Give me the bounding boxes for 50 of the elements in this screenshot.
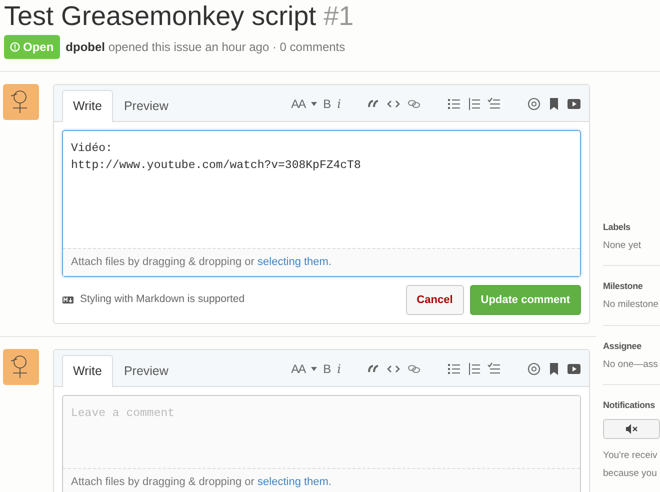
tab[interactable]: Preview <box>112 355 180 387</box>
sidebar-text: No milestone <box>603 298 658 312</box>
mute-button[interactable] <box>603 418 660 439</box>
caret-icon[interactable] <box>311 367 318 371</box>
tab[interactable]: Write <box>62 355 113 387</box>
issue-meta: dpobel opened this issue an hour ago · 0 comments <box>66 39 346 56</box>
issue-open-icon <box>10 42 20 52</box>
tab[interactable]: Preview <box>112 90 180 122</box>
bold-button[interactable]: B <box>323 360 332 378</box>
tab[interactable]: Write <box>62 90 113 122</box>
bulleted-list-icon[interactable] <box>447 362 461 376</box>
sidebar-heading: Milestone <box>603 280 643 294</box>
sidebar-heading: Assignee <box>603 340 642 353</box>
attach-link[interactable]: selecting them. <box>258 256 332 268</box>
sidebar-text: No one—ass <box>603 358 658 372</box>
bookmark-icon[interactable] <box>547 362 561 376</box>
bold-button[interactable]: B <box>323 95 332 113</box>
caret-icon[interactable] <box>311 102 318 106</box>
italic-button[interactable]: i <box>337 95 341 113</box>
heading-button[interactable]: AA <box>291 360 306 378</box>
bookmark-icon[interactable] <box>547 97 561 111</box>
bulleted-list-icon[interactable] <box>447 97 461 111</box>
task-list-icon[interactable] <box>487 97 501 111</box>
markdown-icon <box>62 296 74 304</box>
link-icon[interactable] <box>407 97 421 111</box>
link-icon[interactable] <box>407 362 421 376</box>
task-list-icon[interactable] <box>487 362 501 376</box>
cancel-button[interactable]: Cancel <box>406 284 464 315</box>
heading-button[interactable]: AA <box>291 95 306 113</box>
avatar <box>3 84 39 120</box>
attach-hint: Attach files by dragging & dropping or selecting them. <box>63 248 580 276</box>
numbered-list-icon[interactable] <box>467 362 481 376</box>
sidebar-text: None yet <box>603 239 642 253</box>
numbered-list-icon[interactable] <box>467 97 481 111</box>
video-icon[interactable] <box>567 362 581 376</box>
comment-field[interactable]: Vidéo: http://www.youtube.com/watch?v=308KpFZ4cT8 Attach files by dragging & dropping or selecting them. <box>62 130 581 276</box>
issue-title: Test Greasemonkey script #1 <box>4 0 355 32</box>
italic-button[interactable]: i <box>337 360 341 378</box>
sidebar-heading: Labels <box>603 221 630 234</box>
avatar <box>3 349 39 385</box>
sidebar-text: because you <box>603 467 657 481</box>
status-badge: Open <box>4 35 60 59</box>
markdown-note: Styling with Markdown is supported <box>80 292 245 307</box>
sidebar-heading: Notifications <box>603 398 655 412</box>
update-comment-button[interactable]: Update comment <box>470 284 581 315</box>
muted-speaker-icon[interactable] <box>626 424 638 434</box>
comment-field[interactable]: Leave a comment Attach files by dragging & dropping or selecting them. <box>62 395 581 492</box>
attach-link[interactable]: selecting them. <box>258 476 332 488</box>
sidebar-text: You're receiv <box>603 448 658 463</box>
video-icon[interactable] <box>567 97 581 111</box>
